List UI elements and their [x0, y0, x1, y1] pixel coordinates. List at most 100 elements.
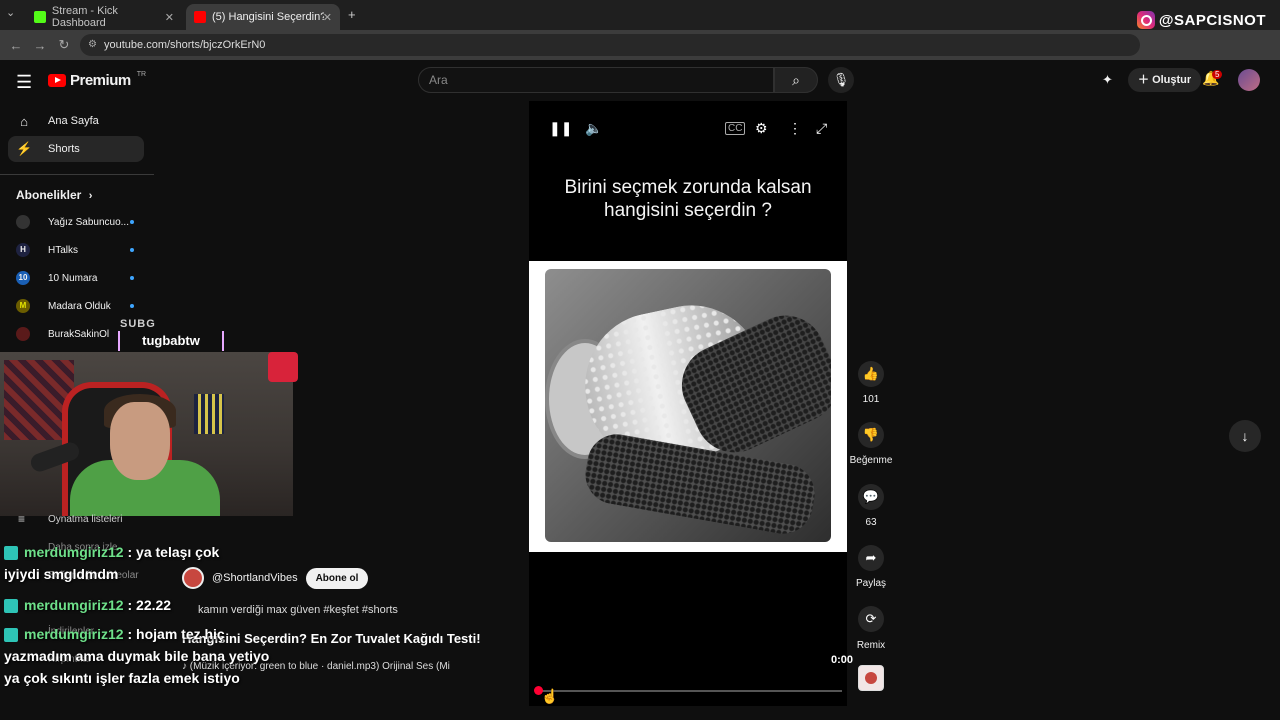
instagram-handle: @SAPCISNOT [1158, 11, 1266, 29]
subscriptions-heading[interactable]: Abonelikler › [16, 188, 92, 202]
hanging-jersey [194, 394, 224, 434]
chat-message: merdumgiriz12 : 22.22 [4, 594, 254, 616]
chat-badge-icon [4, 546, 18, 561]
progress-bar[interactable] [538, 689, 842, 693]
volume-icon[interactable]: 🔈 [585, 120, 602, 137]
new-tab-icon[interactable]: + [348, 7, 356, 22]
share-icon: ➦ [865, 550, 877, 565]
chat-text: : 22.22 [123, 597, 172, 613]
sidebar-item-playlists[interactable]: Oynatma listeleri [48, 514, 122, 525]
webcam-feed [0, 352, 293, 516]
subscription-item[interactable]: 10 10 Numara [16, 268, 138, 288]
comments-button[interactable]: 💬 [858, 484, 884, 510]
arrow-down-icon: ↓ [1241, 428, 1249, 444]
gemini-icon[interactable]: ✦ [1102, 72, 1113, 88]
new-content-dot [130, 304, 134, 308]
comment-count: 63 [865, 517, 877, 528]
channel-name: BurakSakinOl [48, 328, 110, 340]
home-icon: ⌂ [20, 113, 28, 129]
fullscreen-icon[interactable]: ⤢ [816, 120, 827, 137]
captions-icon[interactable]: CC [725, 122, 746, 135]
new-content-dot [130, 248, 134, 252]
dislike-button[interactable]: 👎 [858, 422, 884, 448]
forward-icon[interactable]: → [28, 38, 52, 53]
sidebar-item-shorts[interactable]: ⚡ Shorts [8, 136, 144, 162]
chat-username: merdumgiriz12 [24, 597, 124, 613]
remix-label: Remix [856, 640, 886, 651]
subscriber-alert: tugbabtw [118, 331, 224, 351]
gift-icon [268, 352, 298, 382]
back-icon[interactable]: ← [4, 38, 28, 53]
tab-kick-dashboard[interactable]: Stream - Kick Dashboard ✕ [26, 4, 182, 30]
dislike-label: Beğenme [849, 455, 893, 466]
search-icon: ⌕ [792, 72, 800, 88]
sidebar-item-label: Shorts [48, 143, 80, 155]
settings-icon[interactable]: ⚙ [755, 120, 768, 137]
voice-search-button[interactable]: 🎙 [828, 67, 854, 93]
thumbs-up-icon: 👍 [862, 366, 880, 381]
remix-button[interactable]: ⟳ [858, 606, 884, 632]
brand-label: Premium [70, 72, 131, 89]
subscription-item[interactable]: Yağız Sabuncuo... [16, 212, 138, 232]
tab-title: Stream - Kick Dashboard [51, 5, 118, 29]
create-label: Oluştur [1152, 74, 1192, 86]
youtube-favicon-icon [194, 11, 206, 23]
channel-avatar [16, 215, 30, 229]
channel-avatar: 10 [16, 271, 30, 285]
share-button[interactable]: ➦ [858, 545, 884, 571]
address-bar-row: ← → ↻ ⚙ youtube.com/shorts/bjczOrkErN0 ⎘… [0, 30, 1280, 81]
youtube-logo[interactable]: Premium TR [48, 71, 146, 89]
plus-icon: ＋ [1138, 74, 1153, 86]
thumbs-down-icon: 👎 [862, 427, 880, 442]
url-field[interactable]: ⚙ youtube.com/shorts/bjczOrkErN0 [80, 34, 1140, 56]
create-button[interactable]: ＋ Oluştur [1128, 68, 1202, 92]
new-content-dot [130, 220, 134, 224]
chat-username: merdumgiriz12 [24, 626, 124, 642]
search-input[interactable]: Ara [418, 67, 774, 93]
chat-username: merdumgiriz12 [24, 544, 124, 560]
hamburger-menu-icon[interactable]: ☰ [16, 72, 32, 93]
subscribe-button[interactable]: Abone ol [305, 567, 369, 589]
mic-icon: 🎙 [832, 72, 850, 87]
tab-youtube[interactable]: (5) Hangisini Seçerdin? En Zor T ✕ [186, 4, 340, 30]
chat-message: merdumgiriz12 : hojam tez hiç yazmadım a… [4, 623, 272, 689]
next-short-button[interactable]: ↓ [1229, 420, 1261, 452]
pause-icon[interactable]: ❚❚ [549, 120, 572, 137]
more-options-icon[interactable]: ⋮ [788, 120, 802, 137]
playlist-icon: ≡ [18, 512, 26, 526]
tab-list-icon[interactable]: ⌄ [6, 6, 15, 19]
browser-tab-bar: ⌄ Stream - Kick Dashboard ✕ (5) Hangisin… [0, 0, 1280, 30]
search-button[interactable]: ⌕ [774, 67, 818, 93]
video-question-text: Birini seçmek zorunda kalsan hangisini s… [564, 177, 812, 221]
close-tab-icon[interactable]: ✕ [323, 11, 332, 24]
subscription-item[interactable]: H HTalks [16, 240, 138, 260]
channel-avatar: H [16, 243, 30, 257]
sidebar-item-label: Ana Sayfa [48, 115, 99, 127]
site-info-icon[interactable]: ⚙ [88, 34, 97, 56]
instagram-icon [1136, 11, 1155, 29]
subscription-item[interactable]: M Madara Olduk [16, 296, 138, 316]
url-text: youtube.com/shorts/bjczOrkErN0 [104, 39, 266, 51]
comment-icon: 💬 [862, 489, 880, 504]
mouse-cursor-icon: ☝ [541, 688, 559, 704]
instagram-overlay: @SAPCISNOT [1136, 11, 1266, 29]
tab-title: (5) Hangisini Seçerdin? En Zor T [212, 11, 324, 23]
new-content-dot [130, 276, 134, 280]
channel-name: HTalks [48, 244, 79, 256]
sidebar-divider [0, 174, 154, 175]
remix-icon: ⟳ [865, 611, 877, 626]
channel-name: 10 Numara [48, 272, 98, 284]
sidebar-item-home[interactable]: ⌂ Ana Sayfa [8, 108, 144, 134]
account-avatar[interactable] [1238, 69, 1260, 91]
streamer-face [110, 402, 170, 480]
youtube-play-icon [48, 74, 66, 87]
chat-badge-icon [4, 599, 18, 614]
chevron-right-icon: › [88, 190, 93, 202]
reload-icon[interactable]: ↻ [52, 37, 76, 53]
close-tab-icon[interactable]: ✕ [165, 11, 174, 24]
kick-favicon-icon [34, 11, 46, 23]
video-photo [545, 269, 831, 542]
chat-badge-icon [4, 628, 18, 643]
like-button[interactable]: 👍 [858, 361, 884, 387]
sound-avatar[interactable] [858, 665, 884, 691]
